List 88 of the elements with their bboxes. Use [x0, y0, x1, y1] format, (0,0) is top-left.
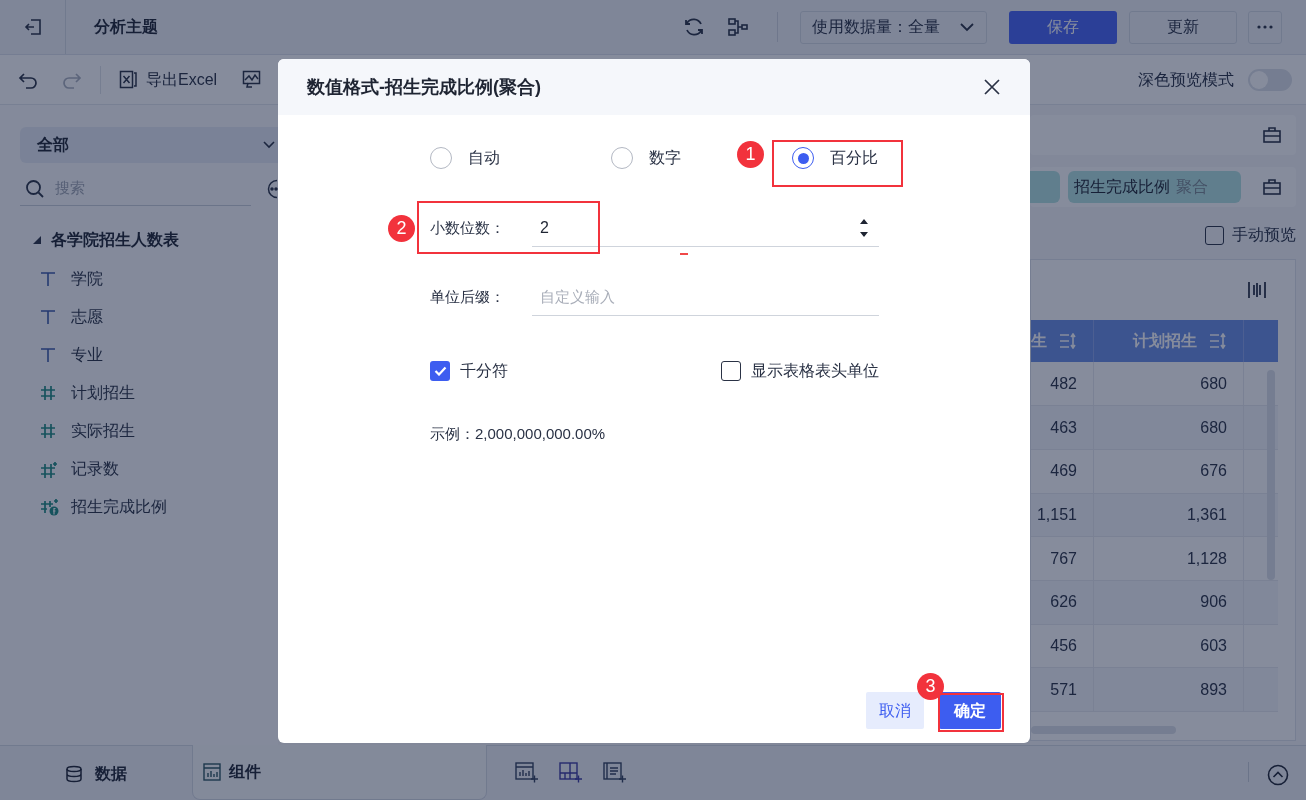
field-item[interactable]: 计划招生 [71, 381, 135, 405]
field-item[interactable]: 招生完成比例 [71, 495, 167, 519]
radio-label: 数字 [649, 148, 681, 168]
table-cell: 676 [1200, 462, 1227, 480]
decimal-places-label: 小数位数： [430, 217, 506, 238]
horizontal-scrollbar[interactable] [1031, 726, 1176, 734]
input-value: 2 [540, 217, 550, 238]
refresh-icon[interactable] [683, 16, 705, 38]
page-title: 分析主题 [94, 17, 158, 37]
save-button[interactable]: 保存 [1009, 10, 1117, 44]
more-icon[interactable] [265, 179, 278, 199]
unit-suffix-input[interactable]: 自定义输入 [532, 278, 879, 316]
field-item[interactable]: 记录数 [71, 457, 119, 481]
table-cell: 469 [1050, 462, 1077, 480]
table-cell: 1,151 [1036, 505, 1077, 523]
briefcase-icon[interactable] [1262, 178, 1282, 196]
add-layout-icon[interactable] [559, 762, 583, 784]
database-icon [65, 764, 83, 783]
export-excel-link[interactable]: 导出Excel [146, 67, 218, 92]
bottom-tab[interactable]: 组件 [192, 745, 487, 800]
category-dropdown[interactable]: 全部 [20, 127, 278, 163]
dialog-title: 数值格式-招生完成比例(聚合) [307, 75, 541, 99]
example-text: 示例：2,000,000,000.00% [430, 424, 607, 444]
table-cell: 767 [1050, 549, 1077, 567]
number-field-icon [40, 423, 56, 439]
table-cell: 680 [1200, 418, 1227, 436]
table-cell: 906 [1200, 593, 1227, 611]
decimal-places-input[interactable]: 2 [532, 209, 879, 247]
table-cell: 571 [1050, 680, 1077, 698]
cancel-button[interactable]: 取消 [866, 692, 924, 729]
field-item[interactable]: 志愿 [71, 305, 103, 329]
table-cell: 1,128 [1186, 549, 1227, 567]
table-name[interactable]: 各学院招生人数表 [51, 228, 179, 252]
number-field-icon [40, 385, 56, 401]
table-cell: 893 [1200, 680, 1227, 698]
chevron-down-icon [262, 140, 276, 150]
table-cell: 626 [1050, 593, 1077, 611]
field-pill[interactable] [1030, 171, 1060, 203]
text-field-icon [40, 309, 56, 325]
text-field-icon [40, 347, 56, 363]
chart-icon [203, 763, 221, 781]
field-item[interactable]: 学院 [71, 267, 103, 291]
close-icon[interactable] [984, 79, 1000, 95]
sort-icon[interactable] [1209, 333, 1227, 349]
count-field-icon [40, 460, 58, 478]
excel-icon[interactable] [119, 70, 138, 89]
undo-icon[interactable] [18, 70, 38, 89]
text-field-icon [40, 271, 56, 287]
radio-label: 自动 [468, 148, 500, 168]
collapse-up-icon[interactable] [1267, 764, 1289, 786]
checkbox[interactable] [721, 361, 741, 381]
checkbox-label: 显示表格表头单位 [751, 361, 879, 381]
checkbox[interactable] [430, 361, 450, 381]
briefcase-icon[interactable] [1262, 126, 1282, 144]
dark-preview-label: 深色预览模式 [1138, 69, 1234, 90]
manual-preview-label: 手动预览 [1232, 225, 1296, 245]
table-cell: 680 [1200, 374, 1227, 392]
unit-suffix-label: 单位后缀： [430, 286, 506, 307]
field-item[interactable]: 专业 [71, 343, 103, 367]
pill-label: 招生完成比例 [1074, 177, 1170, 197]
search-icon [25, 178, 45, 199]
chart-icon[interactable] [242, 70, 262, 89]
add-text-icon[interactable] [603, 762, 627, 784]
table-cell: 482 [1050, 374, 1077, 392]
bottom-tab[interactable]: 数据 [0, 746, 192, 800]
confirm-button[interactable]: 确定 [939, 692, 1001, 729]
calculated-field-icon [40, 498, 60, 516]
chevron-down-icon [959, 22, 975, 32]
dropdown-value: 全部 [37, 135, 69, 155]
update-button[interactable]: 更新 [1129, 10, 1237, 44]
table-cell: 1,361 [1186, 505, 1227, 523]
sort-icon[interactable] [1059, 333, 1077, 349]
table-cell: 456 [1050, 636, 1077, 654]
highlight-frame [938, 693, 1004, 732]
checkmark-icon [433, 366, 447, 376]
radio-label: 百分比 [830, 148, 878, 168]
table-cell: 463 [1050, 418, 1077, 436]
error-mark [680, 253, 688, 255]
field-item[interactable]: 实际招生 [71, 419, 135, 443]
exit-icon[interactable] [22, 17, 43, 37]
data-amount-dropdown[interactable]: 使用数据量：全量 [800, 10, 987, 44]
flow-icon[interactable] [727, 16, 749, 38]
column-width-icon[interactable] [1247, 280, 1267, 300]
checkbox-label: 千分符 [460, 361, 508, 381]
table-cell: 603 [1200, 636, 1227, 654]
checkbox[interactable] [1205, 225, 1224, 245]
more-icon [1257, 25, 1273, 29]
add-chart-icon[interactable] [515, 762, 539, 784]
